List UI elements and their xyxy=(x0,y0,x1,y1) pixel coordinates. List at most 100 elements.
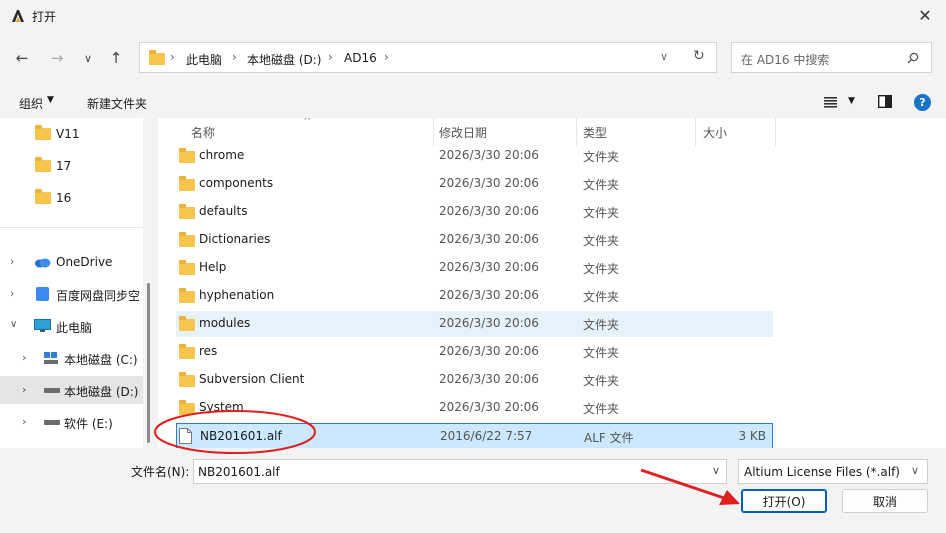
column-header-modified[interactable]: 修改日期 xyxy=(439,124,487,141)
sidebar-item-onedrive[interactable]: › OneDrive xyxy=(0,248,143,276)
column-divider[interactable] xyxy=(433,118,434,146)
sidebar-item-v11[interactable]: V11 xyxy=(0,120,143,148)
window-title: 打开 xyxy=(32,10,57,24)
folder-icon xyxy=(179,204,195,219)
address-bar[interactable]: › 此电脑 › 本地磁盘 (D:) › AD16 › ∨ ↻ xyxy=(139,42,717,73)
chevron-right-icon: › xyxy=(384,50,389,64)
table-row[interactable]: defaults 2026/3/30 20:06 文件夹 xyxy=(176,199,773,225)
file-type: 文件夹 xyxy=(583,318,620,332)
preview-pane-icon[interactable] xyxy=(878,95,892,108)
chevron-down-icon[interactable]: ∨ xyxy=(712,464,720,477)
breadcrumb-item[interactable]: 此电脑 xyxy=(186,51,222,68)
filename-input[interactable]: NB201601.alf ∨ xyxy=(193,459,727,484)
sidebar-item-17[interactable]: 17 xyxy=(0,152,143,180)
column-header-size[interactable]: 大小 xyxy=(703,124,727,141)
file-list: ^ 名称 修改日期 类型 大小 chrome 2026/3/30 20:06 文… xyxy=(158,118,946,448)
view-options-icon[interactable] xyxy=(824,97,837,108)
breadcrumb-item[interactable]: AD16 xyxy=(344,51,377,65)
forward-button[interactable]: → xyxy=(45,46,69,70)
toolbar: 组织 ▼ 新建文件夹 ▼ ? xyxy=(0,88,946,118)
help-icon[interactable]: ? xyxy=(914,94,931,111)
column-divider[interactable] xyxy=(695,118,696,146)
column-divider[interactable] xyxy=(775,118,776,146)
file-type: 文件夹 xyxy=(583,346,620,360)
up-button[interactable]: ↑ xyxy=(104,46,128,70)
refresh-icon[interactable]: ↻ xyxy=(693,48,705,64)
organize-button[interactable]: 组织 xyxy=(19,95,43,112)
folder-icon xyxy=(35,125,51,140)
file-modified: 2026/3/30 20:06 xyxy=(439,316,539,330)
file-modified: 2026/3/30 20:06 xyxy=(439,204,539,218)
sidebar-item-drive-c[interactable]: › 本地磁盘 (C:) xyxy=(0,344,143,372)
column-header-row: 名称 修改日期 类型 大小 xyxy=(158,118,778,146)
sidebar-item-label: V11 xyxy=(56,127,80,141)
breadcrumb-item[interactable]: 本地磁盘 (D:) xyxy=(247,51,321,68)
sidebar-item-label: OneDrive xyxy=(56,255,113,269)
new-folder-button[interactable]: 新建文件夹 xyxy=(87,95,147,112)
table-row[interactable]: Help 2026/3/30 20:06 文件夹 xyxy=(176,255,773,281)
table-row[interactable]: System 2026/3/30 20:06 文件夹 xyxy=(176,395,773,421)
file-modified: 2026/3/30 20:06 xyxy=(439,344,539,358)
sidebar-item-label: 百度网盘同步空 xyxy=(56,289,141,303)
sidebar-item-16[interactable]: 16 xyxy=(0,184,143,212)
arrow-up-icon: ↑ xyxy=(109,49,123,67)
file-type: 文件夹 xyxy=(583,290,620,304)
sidebar-item-label: 此电脑 xyxy=(56,321,93,335)
table-row[interactable]: hyphenation 2026/3/30 20:06 文件夹 xyxy=(176,283,773,309)
drive-icon xyxy=(44,352,58,364)
cancel-button[interactable]: 取消 xyxy=(842,489,928,513)
organize-dropdown-icon: ▼ xyxy=(47,95,54,105)
open-button[interactable]: 打开(O) xyxy=(741,489,827,513)
divider xyxy=(0,227,143,228)
table-row[interactable]: components 2026/3/30 20:06 文件夹 xyxy=(176,171,773,197)
file-type: 文件夹 xyxy=(583,178,620,192)
computer-icon xyxy=(34,319,51,332)
close-icon: ✕ xyxy=(918,5,932,25)
arrow-left-icon: ← xyxy=(15,49,29,67)
cloud-icon xyxy=(35,258,51,268)
drive-icon xyxy=(44,388,60,393)
file-name: res xyxy=(199,344,218,358)
sidebar-item-drive-d[interactable]: › 本地磁盘 (D:) xyxy=(0,376,143,404)
folder-icon xyxy=(35,157,51,172)
folder-icon xyxy=(149,50,165,65)
sidebar-item-drive-e[interactable]: › 软件 (E:) xyxy=(0,408,143,436)
close-button[interactable]: ✕ xyxy=(910,2,940,28)
folder-icon xyxy=(179,176,195,191)
search-box[interactable]: 在 AD16 中搜索 xyxy=(731,42,932,73)
chevron-down-icon: ∨ xyxy=(83,51,93,65)
chevron-right-icon: › xyxy=(22,415,27,428)
file-name: components xyxy=(199,176,274,190)
column-divider[interactable] xyxy=(576,118,577,146)
table-row[interactable]: chrome 2026/3/30 20:06 文件夹 xyxy=(176,143,773,169)
file-modified: 2026/3/30 20:06 xyxy=(439,148,539,162)
file-name: System xyxy=(199,400,244,414)
folder-icon xyxy=(179,232,195,247)
table-row[interactable]: Subversion Client 2026/3/30 20:06 文件夹 xyxy=(176,367,773,393)
file-name: hyphenation xyxy=(199,288,275,302)
chevron-right-icon: › xyxy=(328,50,333,64)
back-button[interactable]: ← xyxy=(10,46,34,70)
view-dropdown-icon[interactable]: ▼ xyxy=(848,96,855,106)
column-header-type[interactable]: 类型 xyxy=(583,124,607,141)
folder-icon xyxy=(179,316,195,331)
sidebar-item-baidu-netdisk[interactable]: › 百度网盘同步空 xyxy=(0,280,143,308)
file-type: 文件夹 xyxy=(583,262,620,276)
sidebar-item-label: 本地磁盘 (D:) xyxy=(64,385,139,399)
file-type-filter[interactable]: Altium License Files (*.alf) ∨ xyxy=(738,459,928,484)
sidebar-scrollbar-thumb[interactable] xyxy=(147,283,150,443)
address-dropdown-icon[interactable]: ∨ xyxy=(660,50,668,63)
chevron-right-icon: › xyxy=(22,351,27,364)
table-row[interactable]: res 2026/3/30 20:06 文件夹 xyxy=(176,339,773,365)
file-modified: 2026/3/30 20:06 xyxy=(439,288,539,302)
file-type: 文件夹 xyxy=(583,206,620,220)
column-header-name[interactable]: 名称 xyxy=(191,124,215,141)
folder-icon xyxy=(179,260,195,275)
table-row-selected[interactable]: NB201601.alf 2016/6/22 7:57 ALF 文件 3 KB xyxy=(176,423,773,448)
recent-locations-button[interactable]: ∨ xyxy=(76,46,100,70)
folder-icon xyxy=(179,344,195,359)
table-row[interactable]: modules 2026/3/30 20:06 文件夹 xyxy=(176,311,773,337)
sidebar-item-this-pc[interactable]: ∨ 此电脑 xyxy=(0,312,143,340)
table-row[interactable]: Dictionaries 2026/3/30 20:06 文件夹 xyxy=(176,227,773,253)
folder-icon xyxy=(179,288,195,303)
